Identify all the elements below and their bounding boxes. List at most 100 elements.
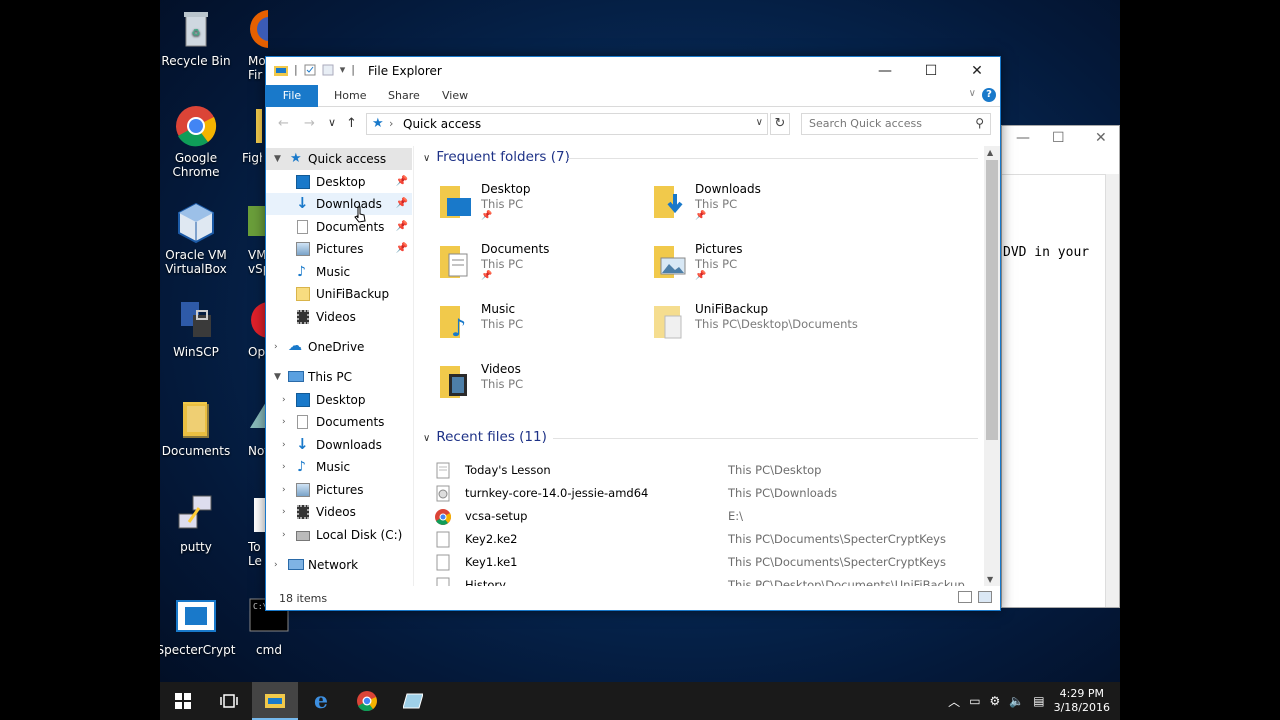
recent-file-row[interactable]: vcsa-setup E:\ (415, 505, 975, 528)
properties-icon[interactable] (304, 64, 316, 76)
recent-file-row[interactable]: Key2.ke2 This PC\Documents\SpecterCryptK… (415, 528, 975, 551)
chevron-down-icon[interactable]: ▼ (274, 148, 281, 170)
folder-tile-desktop[interactable]: Desktop This PC 📌 (437, 182, 637, 238)
close-icon[interactable]: ✕ (1095, 130, 1107, 146)
desktop-icon-partial-2[interactable]: Figh (242, 105, 262, 165)
pin-icon[interactable]: 📌 (481, 271, 492, 281)
sidebar-item-desktop[interactable]: Desktop 📌 (266, 171, 412, 193)
address-bar[interactable]: ★ › Quick access › ∨ (366, 113, 768, 135)
task-view-button[interactable] (206, 682, 252, 720)
tab-share[interactable]: Share (376, 85, 432, 107)
close-button[interactable]: ✕ (954, 57, 1000, 85)
scrollbar[interactable] (1105, 174, 1119, 607)
pin-icon[interactable]: 📌 (481, 211, 492, 221)
sidebar-item-pc-downloads[interactable]: › ↓ Downloads (266, 434, 412, 456)
pin-icon[interactable]: 📌 (396, 171, 408, 193)
details-view-icon[interactable] (958, 591, 972, 603)
up-button[interactable]: ↑ (346, 116, 357, 131)
refresh-button[interactable]: ↻ (770, 113, 790, 135)
chevron-right-icon[interactable]: › (282, 411, 286, 433)
folder-tile-downloads[interactable]: Downloads This PC 📌 (651, 182, 851, 238)
chevron-right-icon[interactable]: › (282, 456, 286, 478)
file-explorer-window[interactable]: | ▾ | File Explorer — ☐ ✕ File Home Shar… (265, 56, 1001, 611)
tab-file[interactable]: File (266, 85, 318, 107)
chevron-down-icon[interactable]: ∨ (423, 153, 430, 164)
taskbar-chrome[interactable] (344, 682, 390, 720)
folder-tile-videos[interactable]: Videos This PC (437, 362, 637, 418)
sidebar-item-videos[interactable]: Videos (266, 306, 412, 328)
recent-file-row[interactable]: Today's Lesson This PC\Desktop (415, 459, 975, 482)
vertical-scrollbar[interactable]: ▲ ▼ (984, 146, 1000, 586)
sidebar-item-music[interactable]: ♪ Music (266, 261, 412, 283)
sidebar-item-pc-desktop[interactable]: › Desktop (266, 389, 412, 411)
recent-locations-icon[interactable]: ∨ (328, 116, 336, 129)
sidebar-item-this-pc[interactable]: ▼ This PC (266, 366, 412, 388)
qat-dropdown-icon[interactable]: ▾ (340, 63, 346, 76)
desktop-icon-winscp[interactable]: WinSCP (160, 299, 236, 359)
pin-icon[interactable]: 📌 (396, 238, 408, 260)
taskbar-edge[interactable]: e (298, 682, 344, 720)
taskbar-file-explorer[interactable] (252, 682, 298, 720)
minimize-icon[interactable]: — (1016, 130, 1030, 146)
sidebar-item-onedrive[interactable]: › ☁ OneDrive (266, 336, 412, 358)
desktop-icon-virtualbox[interactable]: Oracle VM VirtualBox (160, 202, 236, 276)
desktop-icon-recycle-bin[interactable]: ♻ Recycle Bin (160, 8, 236, 68)
chevron-right-icon[interactable]: › (282, 434, 286, 456)
sidebar-item-pc-videos[interactable]: › Videos (266, 501, 412, 523)
tab-view[interactable]: View (430, 85, 480, 107)
show-hidden-icons-icon[interactable]: ︿ (948, 693, 960, 710)
folder-icon[interactable] (274, 64, 288, 76)
power-icon[interactable]: ▭ (969, 694, 980, 708)
chevron-right-icon[interactable]: › (475, 117, 479, 130)
desktop-icon-putty[interactable]: putty (160, 494, 236, 554)
recent-file-row[interactable]: turnkey-core-14.0-jessie-amd64 This PC\D… (415, 482, 975, 505)
sidebar-item-quick-access[interactable]: ▼ ★ Quick access (266, 148, 412, 170)
minimize-button[interactable]: — (862, 57, 908, 85)
desktop-icon-documents[interactable]: Documents (160, 398, 236, 458)
chevron-right-icon[interactable]: › (282, 389, 286, 411)
volume-icon[interactable]: 🔈 (1009, 694, 1024, 708)
help-icon[interactable]: ? (982, 88, 996, 102)
search-input[interactable]: Search Quick access ⚲ (801, 113, 991, 135)
maximize-button[interactable]: ☐ (908, 57, 954, 85)
clock[interactable]: 4:29 PM 3/18/2016 (1054, 687, 1110, 715)
chevron-right-icon[interactable]: › (274, 336, 278, 358)
expand-ribbon-icon[interactable]: ∨ (969, 88, 976, 99)
sidebar-item-documents[interactable]: Documents 📌 (266, 216, 412, 238)
pin-icon[interactable]: 📌 (396, 216, 408, 238)
scrollbar-thumb[interactable] (986, 160, 998, 440)
desktop-icon-spectercrypt[interactable]: SpecterCrypt (160, 597, 236, 657)
folder-tile-music[interactable]: ♪ Music This PC (437, 302, 637, 358)
sidebar-item-downloads[interactable]: ↓ Downloads 📌 (266, 193, 412, 215)
breadcrumb-quick-access[interactable]: Quick access (403, 117, 481, 131)
sidebar-item-local-disk[interactable]: › Local Disk (C:) (266, 524, 412, 546)
back-button[interactable]: ← (278, 116, 289, 131)
sidebar-item-network[interactable]: › Network (266, 554, 412, 576)
address-dropdown-icon[interactable]: ∨ (756, 117, 763, 128)
notifications-icon[interactable]: ▤ (1033, 694, 1044, 708)
maximize-icon[interactable]: ☐ (1052, 130, 1065, 146)
folder-tile-documents[interactable]: Documents This PC 📌 (437, 242, 637, 298)
folder-tile-pictures[interactable]: Pictures This PC 📌 (651, 242, 851, 298)
chevron-right-icon[interactable]: › (282, 501, 286, 523)
chevron-right-icon[interactable]: › (389, 117, 393, 130)
chevron-right-icon[interactable]: › (282, 479, 286, 501)
chevron-down-icon[interactable]: ▼ (274, 366, 281, 388)
recent-file-row[interactable]: Key1.ke1 This PC\Documents\SpecterCryptK… (415, 551, 975, 574)
sidebar-item-pictures[interactable]: Pictures 📌 (266, 238, 412, 260)
sidebar-item-pc-documents[interactable]: › Documents (266, 411, 412, 433)
new-folder-icon[interactable] (322, 64, 334, 76)
chevron-right-icon[interactable]: › (282, 524, 286, 546)
scroll-down-icon[interactable]: ▼ (987, 575, 993, 584)
large-icons-view-icon[interactable] (978, 591, 992, 603)
recent-file-row[interactable]: History This PC\Desktop\Documents\UniFiB… (415, 574, 975, 586)
background-window[interactable]: — ☐ ✕ DVD in your (1001, 125, 1120, 608)
chevron-right-icon[interactable]: › (274, 554, 278, 576)
sidebar-item-unifibackup[interactable]: UniFiBackup (266, 283, 412, 305)
scroll-up-icon[interactable]: ▲ (987, 148, 993, 157)
folder-tile-unifibackup[interactable]: UniFiBackup This PC\Desktop\Documents (651, 302, 858, 358)
desktop-icon-chrome[interactable]: Google Chrome (160, 105, 236, 179)
pin-icon[interactable]: 📌 (695, 211, 706, 221)
network-icon[interactable]: ⚙ (990, 694, 1001, 708)
sidebar-item-pc-music[interactable]: › ♪ Music (266, 456, 412, 478)
